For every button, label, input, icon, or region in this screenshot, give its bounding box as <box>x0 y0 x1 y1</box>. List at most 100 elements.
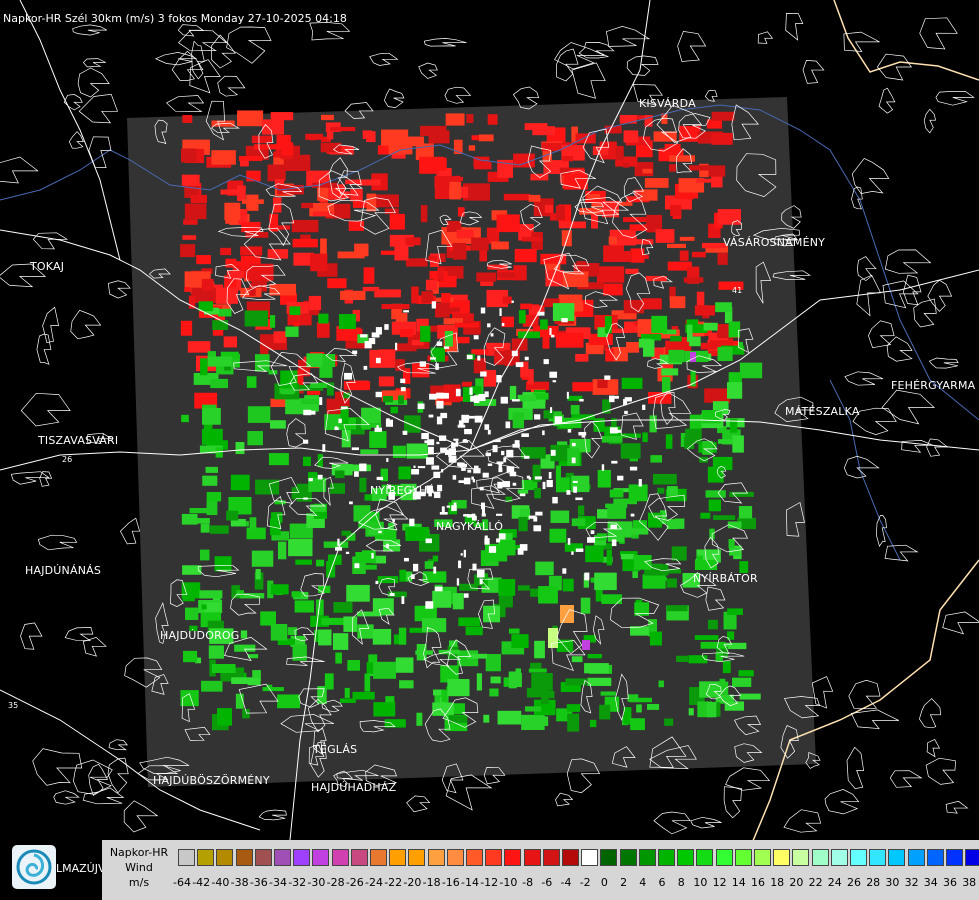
radar-echo <box>670 204 682 217</box>
radar-echo <box>457 207 465 217</box>
radar-echo <box>739 362 763 379</box>
radar-echo <box>443 346 450 349</box>
radar-echo <box>491 241 509 250</box>
radar-echo <box>590 530 595 534</box>
city-label-hajduboszormeny: HAJDÚBÖSZÖRMÉNY <box>153 774 270 787</box>
radar-echo <box>247 406 271 423</box>
radar-echo <box>517 394 536 402</box>
radar-echo <box>333 602 353 613</box>
legend-panel: Napkor-HR Wind m/s -64 -42 -40 -38 -36 -34 -32… <box>102 840 979 900</box>
radar-echo <box>246 376 257 388</box>
radar-echo <box>503 457 507 463</box>
legend-label-quantity: Wind <box>125 861 153 874</box>
radar-echo <box>316 559 325 567</box>
radar-echo <box>532 126 556 136</box>
city-label-kisvarda: KISVÁRDA <box>639 97 696 110</box>
radar-echo <box>231 677 254 685</box>
radar-echo <box>708 499 722 512</box>
radar-echo <box>354 471 359 477</box>
radar-echo <box>550 407 553 414</box>
radar-echo <box>206 500 218 516</box>
city-label-vasarosnameny: VÁSÁROSNAMÉNY <box>723 236 826 249</box>
radar-echo <box>679 236 695 241</box>
legend-swatch <box>850 849 867 866</box>
radar-echo <box>520 303 532 310</box>
radar-echo <box>199 549 210 561</box>
radar-echo <box>241 199 264 204</box>
radar-echo <box>462 420 469 423</box>
radar-echo <box>471 135 479 141</box>
radar-echo <box>201 428 223 445</box>
radar-echo <box>386 458 389 462</box>
radar-echo <box>694 305 715 316</box>
radar-echo <box>661 377 671 393</box>
radar-echo <box>468 145 476 151</box>
radar-echo <box>453 438 459 441</box>
radar-echo <box>681 192 694 200</box>
radar-echo <box>436 341 443 346</box>
radar-echo <box>665 434 673 449</box>
radar-echo <box>571 457 576 464</box>
radar-echo <box>657 487 665 494</box>
legend-swatch <box>677 849 695 866</box>
radar-echo <box>202 475 218 486</box>
radar-echo <box>434 586 443 592</box>
radar-echo <box>449 640 458 647</box>
legend-swatch <box>312 849 330 866</box>
radar-echo <box>562 568 567 574</box>
radar-echo <box>717 439 734 444</box>
radar-echo <box>707 466 724 483</box>
radar-echo <box>359 477 367 493</box>
radar-echo <box>585 545 604 563</box>
radar-echo <box>636 704 642 713</box>
radar-echo <box>406 443 428 459</box>
radar-echo <box>237 110 264 127</box>
radar-echo <box>642 168 653 174</box>
radar-echo <box>452 593 464 610</box>
radar-echo <box>375 580 379 585</box>
radar-echo <box>487 429 491 435</box>
radar-echo <box>324 673 334 690</box>
radar-echo <box>338 418 342 424</box>
radar-echo <box>533 525 542 532</box>
radar-echo <box>512 482 517 486</box>
radar-echo <box>364 673 371 692</box>
radar-echo <box>705 490 726 498</box>
radar-echo <box>455 388 461 397</box>
radar-echo <box>584 572 590 581</box>
radar-echo <box>246 527 266 540</box>
radar-echo <box>447 679 470 697</box>
radar-echo <box>729 491 754 497</box>
radar-echo <box>347 588 367 596</box>
radar-echo <box>540 319 548 330</box>
radar-echo <box>642 574 666 589</box>
radar-echo <box>270 420 286 429</box>
radar-echo <box>531 673 553 691</box>
radar-echo <box>211 150 236 165</box>
radar-echo <box>597 469 611 488</box>
radar-echo <box>513 265 527 281</box>
radar-echo <box>285 326 299 337</box>
radar-echo <box>580 597 591 614</box>
radar-echo <box>402 430 408 435</box>
radar-echo <box>308 295 322 311</box>
radar-echo <box>562 156 574 162</box>
radar-echo <box>384 208 399 214</box>
radar-echo <box>490 676 501 684</box>
legend-swatch <box>254 849 272 866</box>
radar-echo <box>534 640 545 659</box>
radar-echo <box>528 515 536 519</box>
radar-echo <box>181 513 198 525</box>
radar-echo <box>594 572 617 591</box>
radar-echo <box>375 357 381 364</box>
radar-echo <box>669 296 686 309</box>
road-number-41: 41 <box>732 286 742 295</box>
radar-echo <box>277 541 287 560</box>
radar-echo <box>374 427 382 432</box>
radar-echo <box>420 157 447 171</box>
city-label-tokaj: TOKAJ <box>30 260 65 273</box>
radar-echo <box>544 204 553 213</box>
radar-echo <box>577 505 585 516</box>
radar-echo <box>182 115 193 123</box>
radar-echo <box>204 602 221 612</box>
